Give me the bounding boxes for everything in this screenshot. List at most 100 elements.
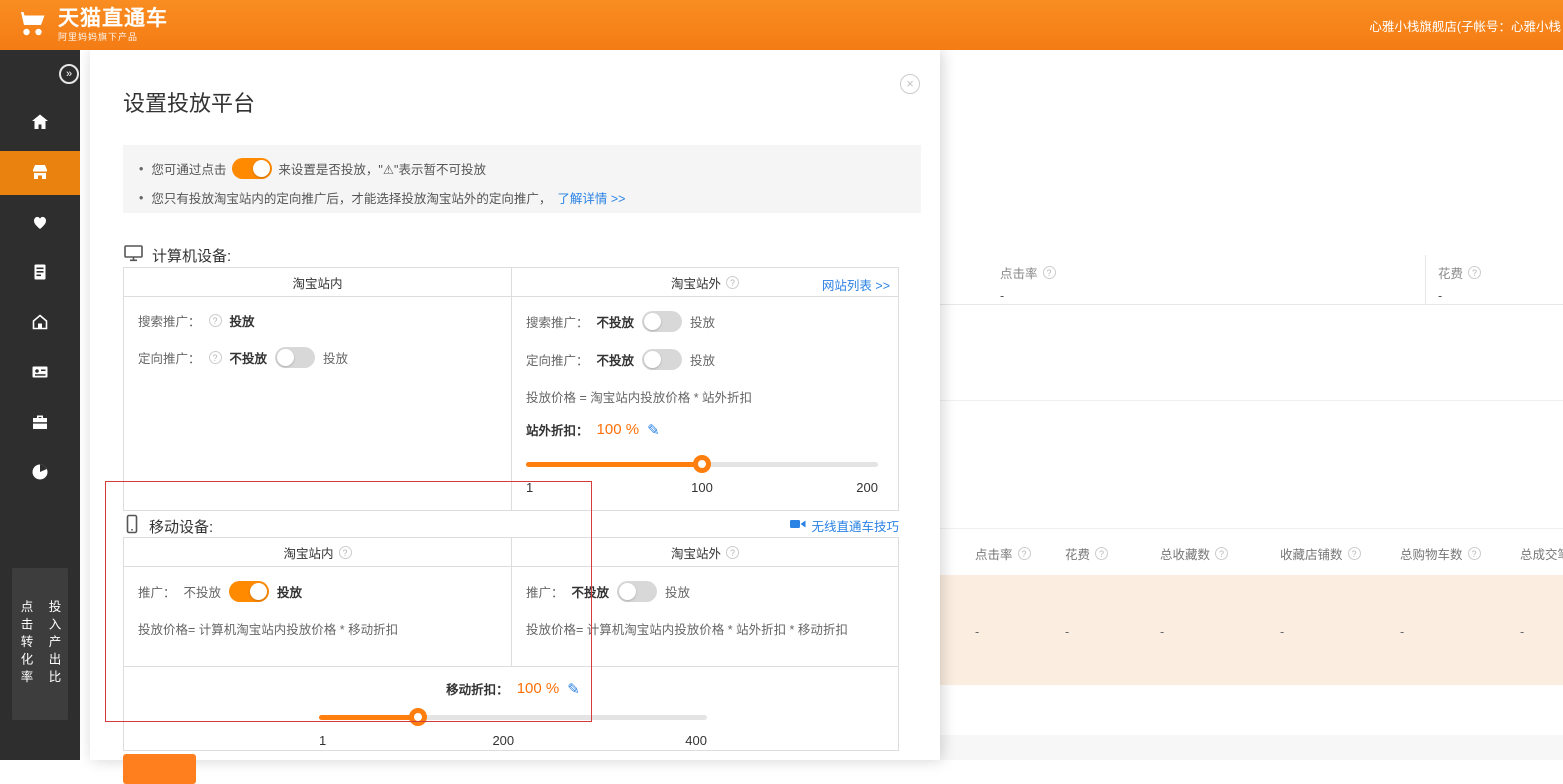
mobile-discount-slider[interactable] bbox=[319, 708, 707, 726]
computer-section-header: 计算机设备: bbox=[123, 243, 231, 267]
scale-mid: 100 bbox=[691, 480, 713, 495]
website-list-link[interactable]: 网站列表 >> bbox=[822, 275, 890, 294]
pc-onsite-targeted-toggle[interactable] bbox=[275, 347, 315, 368]
pc-offsite-search-toggle[interactable] bbox=[642, 311, 682, 332]
targeted-promo-label: 定向推广： bbox=[138, 348, 201, 367]
phone-icon bbox=[123, 514, 141, 538]
search-promo-label: 搜索推广： bbox=[526, 312, 589, 331]
heart-icon bbox=[30, 212, 50, 235]
scale-min: 1 bbox=[526, 480, 533, 495]
stat-click-rate: 点击率 - bbox=[1000, 263, 1056, 303]
cell-value: - bbox=[1280, 625, 1284, 639]
help-icon[interactable] bbox=[1468, 547, 1481, 560]
help-icon[interactable] bbox=[1348, 547, 1361, 560]
promo-label: 推广： bbox=[138, 582, 176, 601]
metric-click-conversion: 点击转化率 bbox=[17, 600, 36, 688]
sidebar-item-campaign[interactable] bbox=[0, 151, 80, 195]
help-icon[interactable] bbox=[1095, 547, 1108, 560]
slider-thumb[interactable] bbox=[409, 708, 427, 726]
monitor-icon bbox=[123, 243, 144, 267]
scale-mid: 200 bbox=[492, 733, 514, 748]
cell-value: - bbox=[975, 625, 979, 639]
stat-label: 点击率 bbox=[1000, 263, 1038, 282]
cell-value: - bbox=[1065, 625, 1069, 639]
learn-more-link[interactable]: 了解详情 >> bbox=[557, 188, 625, 207]
mobile-section-title: 移动设备: bbox=[149, 516, 213, 537]
search-promo-state: 投放 bbox=[230, 311, 255, 330]
dashboard-highlighted-row[interactable]: - - - - - - bbox=[940, 575, 1563, 685]
scale-min: 1 bbox=[319, 733, 326, 748]
mobile-offsite-toggle[interactable] bbox=[617, 581, 657, 602]
help-icon[interactable] bbox=[1018, 547, 1031, 560]
targeted-promo-label: 定向推广： bbox=[526, 350, 589, 369]
sidebar-item-account[interactable] bbox=[0, 348, 80, 398]
stat-cost: 花费 - bbox=[1425, 255, 1481, 305]
sidebar-item-favorites[interactable] bbox=[0, 198, 80, 248]
help-icon[interactable] bbox=[209, 351, 222, 364]
sidebar-expand-button[interactable] bbox=[59, 64, 79, 84]
metric-roi: 投入产出比 bbox=[45, 600, 64, 688]
sidebar-nav bbox=[0, 98, 80, 498]
sidebar-item-shop[interactable] bbox=[0, 298, 80, 348]
mobile-discount-label: 移动折扣： bbox=[446, 679, 509, 698]
edit-pencil-icon[interactable] bbox=[647, 421, 660, 439]
mobile-offsite-header: 淘宝站外 bbox=[512, 538, 898, 566]
main-content: 点击率 - 花费 - 点击率 花费 总收藏数 收藏店铺数 总购物车数 总成交笔 … bbox=[80, 50, 1563, 760]
sidebar-metrics-panel[interactable]: 点击转化率 投入产出比 bbox=[12, 568, 68, 720]
col-cart-adds: 总购物车数 bbox=[1400, 544, 1481, 563]
campaign-icon bbox=[30, 162, 50, 185]
sidebar-item-data[interactable] bbox=[0, 448, 80, 498]
sidebar-item-tools[interactable] bbox=[0, 398, 80, 448]
pc-offsite-targeted-toggle[interactable] bbox=[642, 349, 682, 370]
example-toggle[interactable] bbox=[232, 158, 272, 179]
slider-thumb[interactable] bbox=[693, 455, 711, 473]
sidebar-item-home[interactable] bbox=[0, 98, 80, 148]
promo-on-label: 投放 bbox=[277, 582, 302, 601]
mobile-discount-value: 100 % bbox=[517, 680, 560, 697]
mobile-onsite-toggle[interactable] bbox=[229, 581, 269, 602]
mobile-offsite-price-formula: 投放价格= 计算机淘宝站内投放价格 * 站外折扣 * 移动折扣 bbox=[526, 619, 884, 638]
bullet-icon bbox=[139, 162, 145, 176]
cell-value: - bbox=[1520, 625, 1524, 639]
computer-platform-table: 淘宝站内 淘宝站外 网站列表 >> 搜索推广： 投放 定向推广： bbox=[123, 267, 899, 511]
close-icon[interactable] bbox=[900, 74, 920, 94]
platform-settings-modal: 设置投放平台 您可通过点击 来设置是否投放，"⚠"表示暂不可投放 您只有投放淘宝… bbox=[90, 50, 940, 760]
help-icon[interactable] bbox=[726, 276, 739, 289]
scale-max: 200 bbox=[856, 480, 878, 495]
help-icon[interactable] bbox=[1215, 547, 1228, 560]
col-click-rate: 点击率 bbox=[975, 544, 1031, 563]
edit-pencil-icon[interactable] bbox=[567, 680, 580, 698]
stat-value: - bbox=[1000, 289, 1056, 303]
promo-off-label: 不投放 bbox=[184, 582, 222, 601]
promo-off-label: 不投放 bbox=[572, 582, 610, 601]
help-icon[interactable] bbox=[1468, 266, 1481, 279]
dashboard-footer-strip bbox=[940, 735, 1563, 760]
wireless-tips-link[interactable]: 无线直通车技巧 bbox=[790, 516, 899, 535]
sidebar-item-report[interactable] bbox=[0, 248, 80, 298]
slider-fill bbox=[319, 715, 418, 720]
account-name[interactable]: 心雅小栈旗舰店(子帐号：心雅小栈 bbox=[1369, 0, 1561, 50]
stat-label: 花费 bbox=[1438, 263, 1463, 282]
report-icon bbox=[30, 262, 50, 285]
dashboard-table-header: 点击率 花费 总收藏数 收藏店铺数 总购物车数 总成交笔 bbox=[940, 528, 1563, 575]
search-promo-state: 不投放 bbox=[597, 312, 635, 331]
offsite-price-formula: 投放价格 = 淘宝站内投放价格 * 站外折扣 bbox=[526, 387, 884, 406]
col-cost: 花费 bbox=[1065, 544, 1108, 563]
help-icon[interactable] bbox=[209, 314, 222, 327]
offsite-discount-value: 100 % bbox=[597, 421, 640, 438]
mobile-onsite-price-formula: 投放价格= 计算机淘宝站内投放价格 * 移动折扣 bbox=[138, 619, 497, 638]
home-icon bbox=[30, 112, 50, 135]
help-icon[interactable] bbox=[1043, 266, 1056, 279]
slider-scale: 1 200 400 bbox=[319, 733, 707, 749]
computer-onsite-header: 淘宝站内 bbox=[124, 268, 512, 296]
computer-offsite-header: 淘宝站外 网站列表 >> bbox=[512, 268, 898, 296]
offsite-discount-slider[interactable] bbox=[526, 455, 878, 473]
help-icon[interactable] bbox=[726, 546, 739, 559]
computer-section-title: 计算机设备: bbox=[152, 245, 231, 266]
save-button[interactable] bbox=[123, 754, 196, 784]
cell-value: - bbox=[1400, 625, 1404, 639]
video-icon bbox=[790, 517, 806, 534]
bullet-icon bbox=[139, 191, 145, 205]
help-icon[interactable] bbox=[339, 546, 352, 559]
left-sidebar: 点击转化率 投入产出比 bbox=[0, 50, 80, 760]
